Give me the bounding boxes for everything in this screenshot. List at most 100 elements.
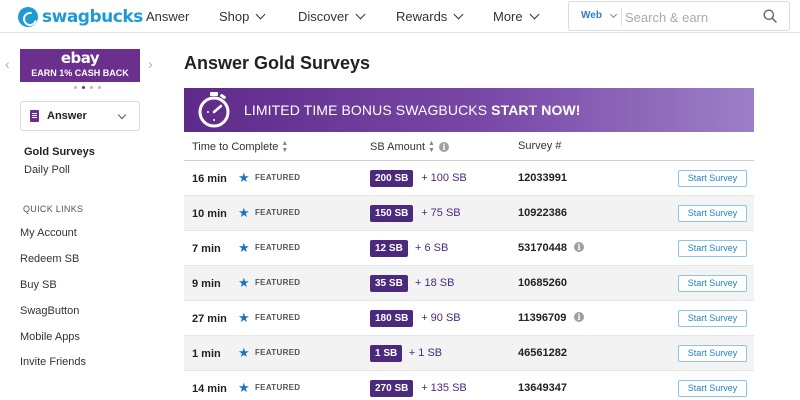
featured-label: FEATURED xyxy=(255,383,301,392)
search-scope-label: Web xyxy=(581,10,602,21)
sb-bonus: + 100 SB xyxy=(421,172,467,184)
info-icon[interactable]: i xyxy=(574,312,584,322)
table-row: 16 min ★ FEATURED 200 SB + 100 SB 12033991 Sta… xyxy=(184,161,754,196)
bonus-banner[interactable]: LIMITED TIME BONUS SWAGBUCKS START NOW! xyxy=(184,88,754,132)
start-survey-button[interactable]: Start Survey xyxy=(678,240,747,257)
sb-bonus: + 90 SB xyxy=(421,312,461,324)
row-time: 7 min xyxy=(192,243,221,255)
column-header-survey-label: Survey # xyxy=(518,140,562,152)
table-row: 1 min ★ FEATURED 1 SB + 1 SB 46561282 Start Su… xyxy=(184,336,754,371)
featured-label: FEATURED xyxy=(255,173,301,182)
info-icon[interactable]: i xyxy=(574,242,584,252)
stopwatch-icon xyxy=(198,92,230,128)
ad-brand: ebay xyxy=(60,49,100,67)
ad-prev-arrow-icon[interactable]: ‹ xyxy=(5,56,10,72)
top-navigation-bar: swagbucks Answer Shop Discover Rewards M… xyxy=(0,0,800,33)
star-icon: ★ xyxy=(238,240,250,255)
carousel-dots xyxy=(74,86,101,89)
carousel-dot[interactable] xyxy=(82,86,85,89)
quick-links-title: QUICK LINKS xyxy=(23,204,84,214)
nav-shop-label: Shop xyxy=(219,9,250,24)
nav-rewards[interactable]: Rewards xyxy=(396,9,464,24)
column-header-amount-label: SB Amount xyxy=(370,141,426,153)
section-dropdown-label: Answer xyxy=(47,110,87,122)
table-row: 27 min ★ FEATURED 180 SB + 90 SB 11396709 i Sta… xyxy=(184,301,754,336)
sb-amount-badge: 12 SB xyxy=(370,240,408,257)
featured-label: FEATURED xyxy=(255,348,301,357)
section-dropdown[interactable]: Answer xyxy=(20,101,140,131)
row-time: 1 min xyxy=(192,348,221,360)
sb-amount-badge: 270 SB xyxy=(370,380,414,397)
column-header-survey: Survey # xyxy=(518,140,561,152)
search-box: Web xyxy=(568,1,790,31)
sb-amount-badge: 200 SB xyxy=(370,170,414,187)
sb-bonus: + 6 SB xyxy=(415,242,449,254)
survey-number: 10685260 xyxy=(518,277,567,289)
nav-answer[interactable]: Answer xyxy=(146,9,189,24)
nav-rewards-label: Rewards xyxy=(396,9,448,24)
survey-number: 53170448 xyxy=(518,242,567,254)
search-icon[interactable] xyxy=(763,9,777,23)
nav-more[interactable]: More xyxy=(493,9,540,24)
table-row: 10 min ★ FEATURED 150 SB + 75 SB 10922386 Star… xyxy=(184,196,754,231)
bonus-banner-cta: START NOW! xyxy=(491,102,581,118)
quick-link-invite-friends[interactable]: Invite Friends xyxy=(20,356,86,368)
search-divider xyxy=(621,8,622,26)
nav-answer-label: Answer xyxy=(146,9,190,24)
nav-more-label: More xyxy=(493,9,523,24)
chevron-down-icon xyxy=(355,9,366,20)
sb-bonus: + 1 SB xyxy=(408,347,443,359)
start-survey-button[interactable]: Start Survey xyxy=(678,170,747,187)
row-time: 16 min xyxy=(192,173,227,185)
star-icon: ★ xyxy=(238,205,250,220)
chevron-down-icon xyxy=(255,9,266,20)
carousel-dot[interactable] xyxy=(74,86,77,89)
quick-link-mobile-apps[interactable]: Mobile Apps xyxy=(20,331,80,343)
survey-number: 10922386 xyxy=(518,207,567,219)
column-header-time[interactable]: Time to Complete ▲ ▼ xyxy=(192,140,288,154)
row-time: 27 min xyxy=(192,313,227,325)
search-input[interactable] xyxy=(625,7,755,27)
start-survey-button[interactable]: Start Survey xyxy=(678,310,747,327)
sidebar-item-daily-poll[interactable]: Daily Poll xyxy=(24,164,70,176)
logo-text: swagbucks xyxy=(42,7,143,27)
nav-discover[interactable]: Discover xyxy=(298,9,366,24)
quick-link-swagbutton[interactable]: SwagButton xyxy=(20,305,79,317)
column-header-time-label: Time to Complete xyxy=(192,141,279,153)
start-survey-button[interactable]: Start Survey xyxy=(678,205,747,222)
chevron-down-icon xyxy=(117,110,127,120)
info-icon[interactable]: i xyxy=(438,142,449,152)
table-row: 14 min ★ FEATURED 270 SB + 135 SB 13649347 Sta… xyxy=(184,371,754,400)
start-survey-button[interactable]: Start Survey xyxy=(678,275,747,292)
column-header-amount[interactable]: SB Amount ▲ ▼ i xyxy=(370,140,449,154)
carousel-dot[interactable] xyxy=(90,86,93,89)
row-time: 9 min xyxy=(192,278,221,290)
sb-bonus: + 18 SB xyxy=(415,277,455,289)
star-icon: ★ xyxy=(238,275,250,290)
survey-number: 13649347 xyxy=(518,382,567,394)
chevron-down-icon xyxy=(453,9,464,20)
quick-link-my-account[interactable]: My Account xyxy=(20,227,77,239)
quick-link-redeem-sb[interactable]: Redeem SB xyxy=(20,253,79,265)
nav-discover-label: Discover xyxy=(298,9,349,24)
start-survey-button[interactable]: Start Survey xyxy=(678,380,747,397)
nav-shop[interactable]: Shop xyxy=(219,9,266,24)
sb-amount-badge: 180 SB xyxy=(370,310,414,327)
sb-amount-badge: 35 SB xyxy=(370,275,408,292)
carousel-dot[interactable] xyxy=(98,86,101,89)
sb-bonus: + 75 SB xyxy=(421,207,461,219)
start-survey-button[interactable]: Start Survey xyxy=(678,345,747,362)
survey-number: 11396709 xyxy=(518,312,567,324)
bonus-banner-text-plain: LIMITED TIME BONUS SWAGBUCKS xyxy=(244,102,492,118)
sort-icon: ▲ ▼ xyxy=(281,140,289,154)
sidebar-item-gold-surveys[interactable]: Gold Surveys xyxy=(24,146,95,158)
swagbucks-logo[interactable]: swagbucks xyxy=(18,7,143,27)
ad-next-arrow-icon[interactable]: › xyxy=(148,56,153,72)
quick-link-buy-sb[interactable]: Buy SB xyxy=(20,279,57,291)
bonus-banner-text: LIMITED TIME BONUS SWAGBUCKS START NOW! xyxy=(244,102,581,118)
star-icon: ★ xyxy=(238,310,250,325)
row-time: 10 min xyxy=(192,208,227,220)
ebay-ad-banner[interactable]: ebay EARN 1% CASH BACK xyxy=(20,49,140,82)
row-time: 14 min xyxy=(192,383,227,395)
search-scope-select[interactable]: Web xyxy=(581,10,617,21)
